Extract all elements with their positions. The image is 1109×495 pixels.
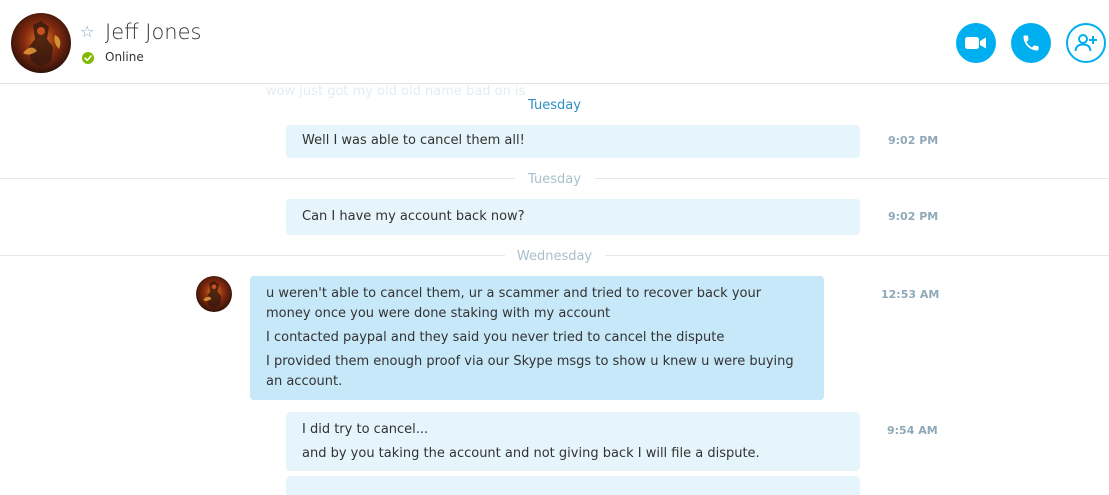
add-contact-icon	[1074, 34, 1097, 52]
message-text: I contacted paypal and they said you nev…	[266, 330, 725, 345]
voice-call-button[interactable]	[1011, 23, 1051, 63]
message-timestamp: 9:02 PM	[888, 134, 939, 147]
message-timestamp: 9:02 PM	[888, 210, 939, 223]
message-text: u weren't able to cancel them, ur a scam…	[266, 286, 762, 321]
message-text: and by you taking the account and not gi…	[302, 446, 760, 461]
day-separator-label: Tuesday	[528, 172, 581, 187]
message-bubble-incoming[interactable]: u weren't able to cancel them, ur a scam…	[250, 276, 824, 400]
message-text: I did try to cancel...	[302, 422, 429, 437]
sender-avatar[interactable]	[196, 276, 232, 312]
message-bubble-outgoing[interactable]	[286, 476, 860, 495]
message-bubble-outgoing[interactable]: Well I was able to cancel them all!	[286, 125, 860, 158]
add-people-button[interactable]	[1066, 23, 1106, 63]
message-text: Well I was able to cancel them all!	[302, 133, 525, 148]
message-timestamp: 12:53 AM	[881, 288, 940, 301]
message-timestamp: 9:54 AM	[887, 424, 938, 437]
message-text: I provided them enough proof via our Sky…	[266, 354, 794, 389]
video-camera-icon	[965, 37, 986, 49]
message-bubble-outgoing[interactable]: I did try to cancel... and by you taking…	[286, 412, 860, 471]
conversation-header: ☆ Jeff Jones Online	[0, 0, 1109, 84]
message-history[interactable]: wow just got my old old name bad on is T…	[0, 84, 1109, 495]
video-call-button[interactable]	[956, 23, 996, 63]
contact-name[interactable]: Jeff Jones	[105, 20, 201, 44]
favorite-star-icon[interactable]: ☆	[80, 24, 96, 40]
online-status-icon	[82, 52, 94, 64]
contact-avatar[interactable]	[11, 13, 71, 73]
day-separator-label: Tuesday	[528, 98, 581, 113]
day-separator-label: Wednesday	[516, 249, 593, 264]
message-text: Can I have my account back now?	[302, 209, 525, 224]
message-bubble-outgoing[interactable]: Can I have my account back now?	[286, 199, 860, 235]
phone-icon	[1023, 35, 1039, 51]
presence-status: Online	[105, 50, 144, 64]
